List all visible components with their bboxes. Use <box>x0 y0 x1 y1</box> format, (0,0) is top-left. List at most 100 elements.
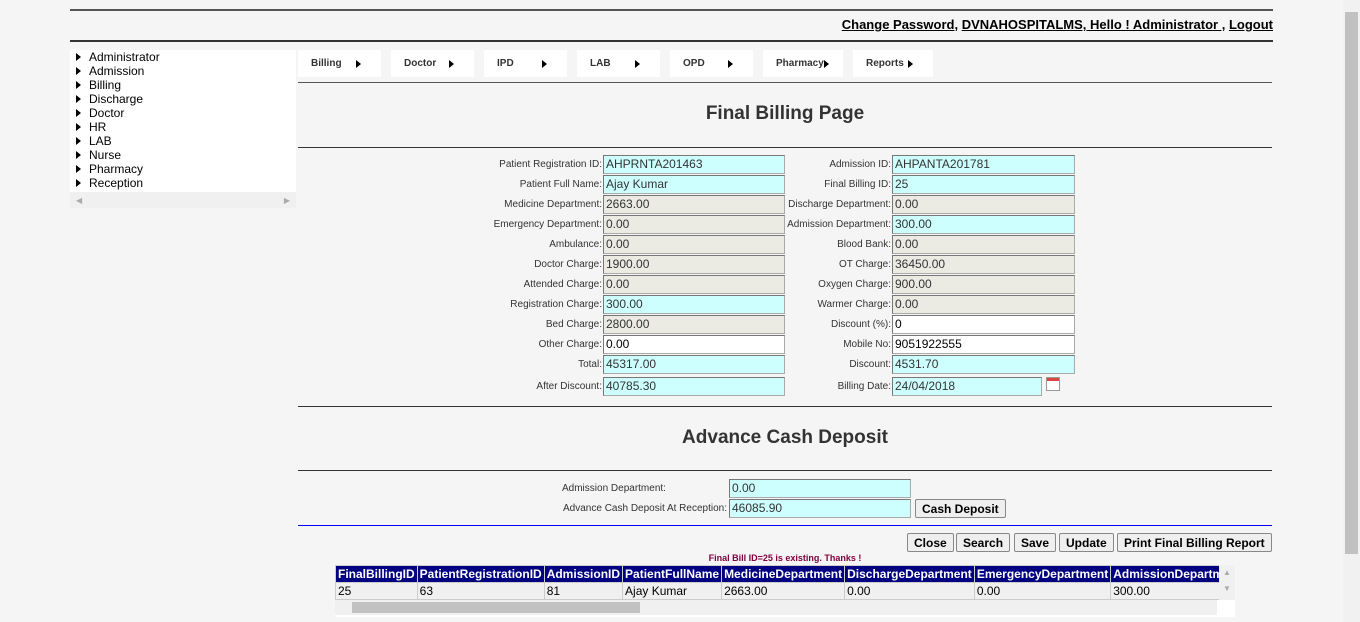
grid-vscroll[interactable]: ▲ ▼ <box>1219 565 1235 600</box>
menu-divider <box>298 82 1272 83</box>
sidebar-item-discharge[interactable]: Discharge <box>70 92 296 106</box>
cash-deposit-input[interactable]: 46085.90 <box>729 499 911 518</box>
label: Medicine Department: <box>504 199 602 210</box>
sidebar-item-lab[interactable]: LAB <box>70 134 296 148</box>
column-header[interactable]: PatientFullName <box>622 565 723 583</box>
emergency-department-input[interactable]: 0.00 <box>603 215 785 234</box>
menu-ipd[interactable]: IPD <box>484 50 567 77</box>
app-name-link[interactable]: DVNAHOSPITALMS, Hello ! Administrator , <box>962 17 1226 32</box>
menu-pharmacy[interactable]: Pharmacy <box>763 50 843 77</box>
table-cell: 0.00 <box>973 582 1112 600</box>
expand-arrow-icon <box>76 81 81 89</box>
calendar-icon[interactable] <box>1046 377 1060 391</box>
patient-full-name-input[interactable]: Ajay Kumar <box>603 175 785 194</box>
adm-dept-input[interactable]: 0.00 <box>729 479 911 498</box>
total-input[interactable]: 45317.00 <box>603 355 785 374</box>
medicine-department-input[interactable]: 2663.00 <box>603 195 785 214</box>
table-row[interactable]: 25 63 81 Ajay Kumar 2663.00 0.00 0.00 300.00 <box>335 582 1235 600</box>
table-cell: 2663.00 <box>721 582 846 600</box>
menu-bar: Billing Doctor IPD LAB OPD Pharmacy Reports <box>298 50 933 77</box>
menu-doctor[interactable]: Doctor <box>391 50 474 77</box>
submenu-arrow-icon <box>449 59 454 68</box>
label: Admission Department: <box>787 219 891 230</box>
discharge-department-input[interactable]: 0.00 <box>892 195 1075 214</box>
label: Doctor Charge: <box>534 259 602 270</box>
registration-charge-input[interactable]: 300.00 <box>603 295 785 314</box>
logout-link[interactable]: Logout <box>1229 17 1273 32</box>
close-button[interactable]: Close <box>907 533 954 552</box>
after-discount-input[interactable]: 40785.30 <box>603 377 785 396</box>
column-header[interactable]: EmergencyDepartment <box>973 565 1112 583</box>
menu-opd[interactable]: OPD <box>670 50 753 77</box>
label: Patient Full Name: <box>519 179 602 190</box>
sidebar-item-doctor[interactable]: Doctor <box>70 106 296 120</box>
blood-bank-input[interactable]: 0.00 <box>892 235 1075 254</box>
cash-deposit-label: Advance Cash Deposit At Reception: <box>563 503 727 514</box>
menu-billing[interactable]: Billing <box>298 50 381 77</box>
submenu-arrow-icon <box>542 59 547 68</box>
column-header[interactable]: MedicineDepartment <box>721 565 846 583</box>
sidebar: Administrator Admission Billing Discharge Do… <box>70 50 296 208</box>
oxygen-charge-input[interactable]: 900.00 <box>892 275 1075 294</box>
doctor-charge-input[interactable]: 1900.00 <box>603 255 785 274</box>
column-header[interactable]: AdmissionID <box>543 565 624 583</box>
sidebar-hscroll[interactable]: ◀ ▶ <box>70 192 296 208</box>
advance-title: Advance Cash Deposit <box>682 427 888 448</box>
cash-deposit-button[interactable]: Cash Deposit <box>915 499 1006 518</box>
label: Patient Registration ID: <box>499 159 602 170</box>
save-button[interactable]: Save <box>1014 533 1057 552</box>
sidebar-item-hr[interactable]: HR <box>70 120 296 134</box>
grid-hscroll-thumb[interactable] <box>352 602 640 613</box>
label: Total: <box>578 359 602 370</box>
patient-registration-id-input[interactable]: AHPRNTA201463 <box>603 155 785 174</box>
column-header[interactable]: AdmissionDepartment <box>1110 565 1235 583</box>
submenu-arrow-icon <box>908 59 913 68</box>
sidebar-item-administrator[interactable]: Administrator <box>70 50 296 64</box>
search-button[interactable]: Search <box>956 533 1011 552</box>
label: Discount (%): <box>830 319 891 330</box>
label: Oxygen Charge: <box>818 279 891 290</box>
other-charge-input[interactable]: 0.00 <box>603 335 785 354</box>
warmer-charge-input[interactable]: 0.00 <box>892 295 1075 314</box>
page-scrollbar-thumb[interactable] <box>1345 12 1358 554</box>
sidebar-item-billing[interactable]: Billing <box>70 78 296 92</box>
label: Discharge Department: <box>788 199 891 210</box>
discount-input[interactable]: 0 <box>892 315 1075 334</box>
label: Final Billing ID: <box>824 179 891 190</box>
column-header[interactable]: DischargeDepartment <box>844 565 975 583</box>
change-password-link[interactable]: Change Password <box>842 17 955 32</box>
expand-arrow-icon <box>76 53 81 61</box>
menu-reports[interactable]: Reports <box>853 50 933 77</box>
header-divider <box>70 40 1273 42</box>
update-button[interactable]: Update <box>1059 533 1114 552</box>
mobile-no-input[interactable]: 9051922555 <box>892 335 1075 354</box>
label: Registration Charge: <box>510 299 602 310</box>
sidebar-item-label: Admission <box>89 64 145 78</box>
label: After Discount: <box>536 381 602 392</box>
label: Billing Date: <box>837 381 891 392</box>
billing-date-input[interactable]: 24/04/2018 <box>892 377 1042 396</box>
column-header[interactable]: FinalBillingID <box>335 565 418 583</box>
ambulance-input[interactable]: 0.00 <box>603 235 785 254</box>
attended-charge-input[interactable]: 0.00 <box>603 275 785 294</box>
discount-input[interactable]: 4531.70 <box>892 355 1075 374</box>
separator: , <box>954 17 962 32</box>
menu-label: Reports <box>866 58 904 69</box>
table-cell: 25 <box>335 582 418 600</box>
label: Other Charge: <box>538 339 602 350</box>
print-button[interactable]: Print Final Billing Report <box>1117 533 1272 552</box>
greeting: Hello ! Administrator , <box>1086 17 1226 32</box>
final-billing-id-input[interactable]: 25 <box>892 175 1075 194</box>
sidebar-item-pharmacy[interactable]: Pharmacy <box>70 162 296 176</box>
column-header[interactable]: PatientRegistrationID <box>416 565 545 583</box>
bed-charge-input[interactable]: 2800.00 <box>603 315 785 334</box>
admission-id-input[interactable]: AHPANTA201781 <box>892 155 1075 174</box>
expand-arrow-icon <box>76 95 81 103</box>
sidebar-item-admission[interactable]: Admission <box>70 64 296 78</box>
ot-charge-input[interactable]: 36450.00 <box>892 255 1075 274</box>
sidebar-item-nurse[interactable]: Nurse <box>70 148 296 162</box>
menu-label: LAB <box>590 58 611 69</box>
menu-lab[interactable]: LAB <box>577 50 660 77</box>
admission-department-input[interactable]: 300.00 <box>892 215 1075 234</box>
sidebar-item-reception[interactable]: Reception <box>70 176 296 190</box>
